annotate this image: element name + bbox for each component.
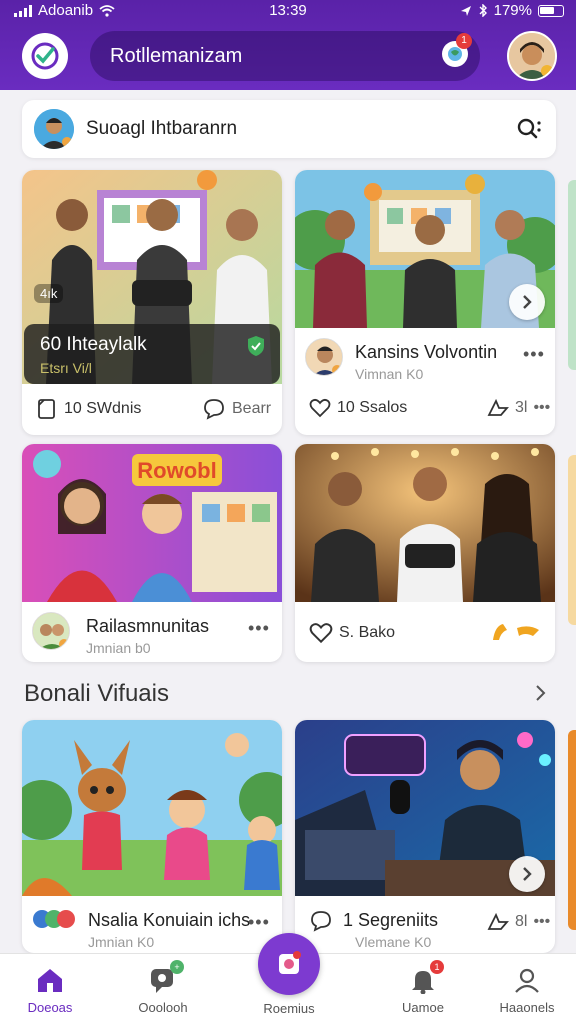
stat-likes-text: 10 Ssalos: [337, 399, 408, 416]
channel-avatar[interactable]: [305, 338, 343, 376]
video-card-1[interactable]: 4ık 60 Ihteaylalk Etsrı Vi/l 10 SWdnis B…: [22, 170, 282, 435]
video-card-4[interactable]: S. Bako: [295, 444, 555, 662]
notification-button[interactable]: 1: [442, 33, 472, 67]
more-options-button[interactable]: •••: [248, 618, 270, 639]
location-icon: [460, 5, 471, 16]
search-bar[interactable]: Rotllemanizam 1: [90, 31, 480, 81]
video-thumbnail[interactable]: [22, 720, 282, 896]
notifications-badge: 1: [430, 960, 444, 974]
chevron-right-icon: [523, 867, 532, 881]
video-thumbnail[interactable]: Rowobl: [22, 444, 282, 602]
stat-shares-text: 3l: [515, 399, 528, 416]
stat-shares[interactable]: 8l •••: [487, 912, 550, 932]
participants-avatars: [32, 908, 80, 930]
share-icon: [487, 912, 509, 930]
suggestion-avatar: [34, 109, 74, 149]
video-card-2[interactable]: Kansins Volvontin Vimnan K0 ••• 10 Ssalo…: [295, 170, 555, 435]
nav-profile-label: Haaonels: [499, 1000, 555, 1015]
battery-percent: 179%: [493, 2, 532, 19]
channel-avatar[interactable]: [32, 612, 70, 650]
nav-create-label: Roemius: [263, 1001, 315, 1016]
video-thumbnail[interactable]: [295, 444, 555, 602]
heart-icon: [309, 623, 333, 644]
home-icon: [38, 969, 62, 992]
stat-comments[interactable]: Bearr: [202, 398, 271, 420]
nav-chat[interactable]: + Ooolooh: [118, 960, 208, 1015]
search-icon[interactable]: [516, 117, 542, 141]
stat-more-dots: •••: [533, 399, 551, 416]
video-title[interactable]: Kansins Volvontin: [355, 342, 497, 363]
suggestion-bar[interactable]: Suoagl Ihtbaranrn: [22, 100, 556, 158]
peek-card: [568, 455, 576, 625]
nav-home-label: Doeoas: [27, 1000, 73, 1015]
next-arrow-button[interactable]: [509, 284, 545, 320]
chevron-right-icon: [523, 295, 532, 309]
user-avatar[interactable]: [507, 31, 557, 81]
app-header: Adoanib 13:39 179% Rotllemanizam 1: [0, 0, 576, 90]
stat-shares-text: 8l: [515, 913, 528, 930]
nav-chat-label: Ooolooh: [138, 1000, 188, 1015]
check-logo-icon: [31, 42, 59, 70]
video-channel: Vimnan K0: [355, 366, 424, 382]
create-fab-button[interactable]: [258, 933, 320, 995]
peek-card: [568, 730, 576, 930]
next-arrow-button[interactable]: [509, 856, 545, 892]
video-title[interactable]: 1 Segreniits: [343, 910, 438, 931]
comment-icon: [204, 399, 224, 420]
section-title: Bonali Vifuais: [24, 680, 169, 707]
overlay-subtitle: Etsrı Vi/l: [40, 360, 92, 376]
avatar-portrait-icon: [509, 33, 555, 79]
stat-views-text: 10 SWdnis: [64, 400, 142, 417]
reaction-icon: [493, 624, 539, 640]
status-bar: Adoanib 13:39 179%: [0, 0, 576, 22]
thumbnail-title: Rowobl: [137, 458, 216, 483]
comment-icon[interactable]: [309, 910, 333, 932]
nav-notifications-label: Uamoe: [402, 1000, 444, 1015]
stat-comments-text: Bearr: [232, 400, 272, 417]
video-title[interactable]: Nsalia Konuiain ichs: [88, 910, 250, 931]
video-card-6[interactable]: 1 Segreniits Vlemane K0 8l •••: [295, 720, 555, 953]
battery-icon: [538, 4, 564, 17]
nav-notifications[interactable]: 1 Uamoe: [378, 960, 468, 1015]
more-options-button[interactable]: •••: [248, 912, 270, 933]
stat-likes[interactable]: S. Bako: [309, 622, 395, 644]
stat-likes[interactable]: 10 Ssalos: [309, 398, 407, 418]
nav-home[interactable]: Doeoas: [5, 964, 95, 1015]
heart-icon: [309, 398, 331, 418]
video-duration-tag: 4ık: [34, 284, 64, 303]
peek-card: [568, 180, 576, 370]
create-icon: [279, 951, 301, 974]
document-icon: [38, 399, 55, 419]
reaction-button[interactable]: [489, 620, 543, 644]
chat-badge: +: [170, 960, 184, 974]
stat-shares[interactable]: 3l •••: [487, 398, 550, 418]
more-options-button[interactable]: •••: [523, 344, 545, 365]
stat-likes-text: S. Bako: [339, 624, 396, 641]
nav-profile[interactable]: Haaonels: [482, 964, 572, 1015]
bluetooth-icon: [479, 4, 487, 17]
video-card-3[interactable]: Rowobl Railasmnunitas Jmnian b0 •••: [22, 444, 282, 662]
overlay-title: 60 Ihteaylalk: [40, 334, 147, 355]
video-info-overlay: 60 Ihteaylalk Etsrı Vi/l: [24, 324, 280, 384]
video-channel: Jmnian K0: [88, 934, 155, 950]
video-channel: Vlemane K0: [355, 934, 432, 950]
suggestion-text: Suoagl Ihtbaranrn: [86, 118, 238, 139]
video-card-5[interactable]: Nsalia Konuiain ichs Jmnian K0 •••: [22, 720, 282, 953]
search-query: Rotllemanizam: [110, 45, 243, 67]
app-logo[interactable]: [22, 33, 68, 79]
share-icon: [487, 398, 509, 416]
stat-more-dots: •••: [533, 913, 551, 930]
profile-icon: [515, 968, 539, 993]
notification-badge: 1: [456, 33, 472, 49]
video-title[interactable]: Railasmnunitas: [86, 616, 209, 637]
verified-shield-icon: [248, 336, 264, 356]
section-chevron-right-icon[interactable]: [533, 684, 547, 702]
video-channel: Jmnian b0: [86, 640, 151, 656]
stat-views: 10 SWdnis: [36, 398, 141, 420]
